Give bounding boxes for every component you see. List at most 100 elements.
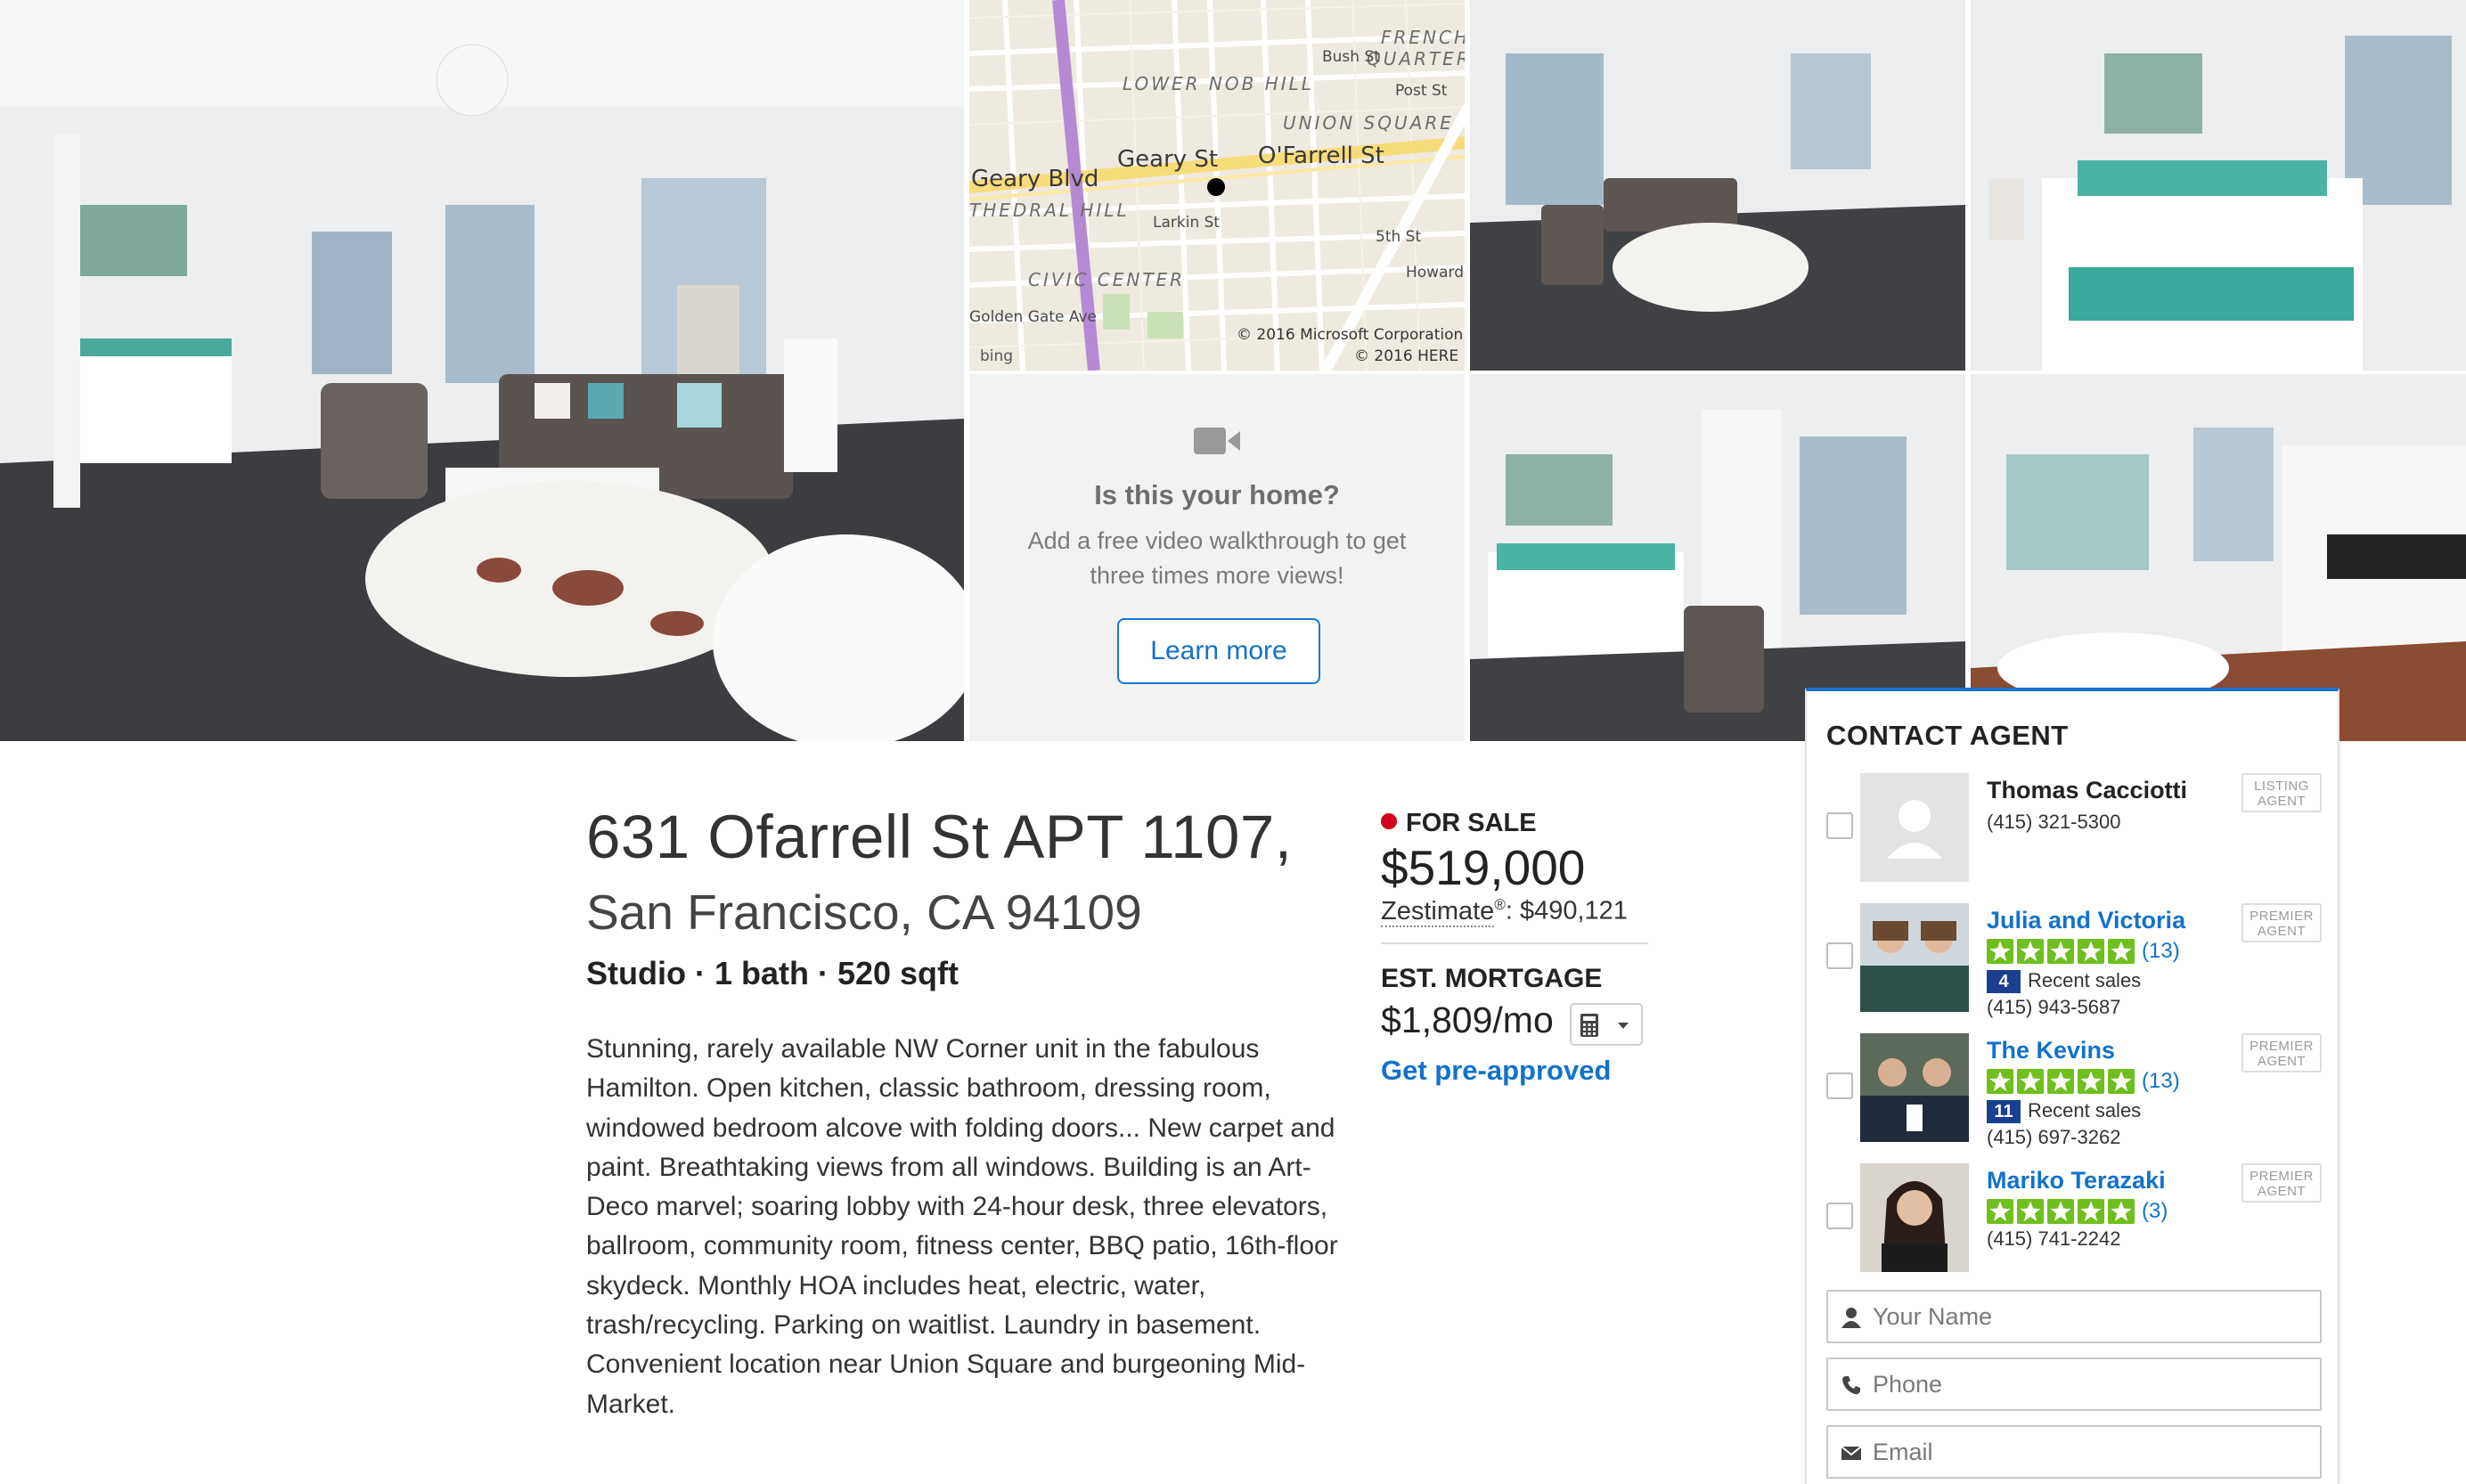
listing-photo-living[interactable] [1470, 0, 1965, 371]
learn-more-button[interactable]: Learn more [1117, 618, 1320, 684]
agent-checkbox[interactable] [1826, 812, 1853, 839]
map-area-label: FRENCH [1381, 27, 1465, 48]
agent-type-badge: PREMIER AGENT [2241, 1163, 2322, 1203]
star-icon [2108, 1199, 2135, 1224]
agent-name-link[interactable]: Mariko Terazaki [1987, 1167, 2166, 1195]
mortgage-calculator-dropdown[interactable] [1570, 1003, 1643, 1046]
map-street-label: 5th St [1376, 228, 1422, 246]
agent-type-badge: PREMIER AGENT [2241, 1033, 2322, 1072]
phone-field[interactable] [1826, 1358, 2322, 1411]
map-area-label: QUARTER [1367, 48, 1465, 69]
agent-photo[interactable] [1860, 903, 1969, 1012]
envelope-icon [1841, 1446, 1862, 1460]
sales-count-badge: 11 [1987, 1100, 2021, 1123]
star-icon [1987, 1069, 2013, 1094]
agent-row: Julia and Victoria (13) 4 Recent sales (4… [1807, 903, 2341, 1019]
star-icon [2108, 1069, 2135, 1094]
star-icon [2078, 939, 2104, 964]
sales-label: Recent sales [2028, 969, 2142, 991]
star-icon [2047, 939, 2074, 964]
map-street-label: Golden Gate Ave [969, 308, 1097, 326]
listing-photo-alcove[interactable] [1470, 374, 1965, 741]
agent-name-link[interactable]: Julia and Victoria [1987, 907, 2185, 934]
map-street-label: O'Farrell St [1258, 143, 1384, 169]
status-dot [1381, 813, 1397, 829]
agent-phone: (415) 741-2242 [1987, 1227, 2121, 1250]
badge-line: PREMIER [2250, 1169, 2314, 1184]
agent-checkbox[interactable] [1826, 942, 1853, 969]
agent-row: Thomas Cacciotti (415) 321-5300 LISTING A… [1807, 773, 2341, 889]
agent-photo[interactable] [1860, 1033, 1969, 1142]
listing-photo-bedroom[interactable] [1971, 0, 2466, 371]
map-street-label: Post St [1395, 82, 1448, 100]
address-line-1: 631 Ofarrell St APT 1107, [586, 803, 1293, 871]
agent-row: Mariko Terazaki (3) (415) 741-2242 PREMI… [1807, 1163, 2341, 1279]
bing-logo: bing [980, 347, 1014, 365]
agent-type-badge: LISTING AGENT [2241, 773, 2322, 812]
map-street-label: Howard St [1406, 264, 1465, 281]
sale-status: FOR SALE [1381, 809, 1537, 838]
map-area-label: THEDRAL HILL [969, 200, 1130, 221]
agent-rating: (3) [1987, 1199, 2168, 1224]
review-count-link[interactable]: (3) [2142, 1199, 2168, 1224]
get-pre-approved-link[interactable]: Get pre-approved [1381, 1055, 1611, 1087]
badge-line: AGENT [2257, 1184, 2307, 1199]
badge-line: AGENT [2257, 794, 2307, 809]
phone-icon [1842, 1376, 1860, 1395]
agent-checkbox[interactable] [1826, 1072, 1853, 1099]
star-icon [2017, 1199, 2044, 1224]
star-icon [2047, 1069, 2074, 1094]
name-field[interactable] [1826, 1290, 2322, 1343]
location-map[interactable]: FRENCH QUARTER LOWER NOB HILL UNION SQUA… [969, 0, 1465, 371]
agent-phone: (415) 943-5687 [1987, 996, 2121, 1018]
agent-row: The Kevins (13) 11 Recent sales (415) 697… [1807, 1033, 2341, 1149]
review-count-link[interactable]: (13) [2142, 1069, 2180, 1094]
listing-photo-kitchen[interactable] [1971, 374, 2466, 741]
star-icon [2017, 1069, 2044, 1094]
agent-phone: (415) 321-5300 [1987, 811, 2121, 833]
promo-description: Add a free video walkthrough to get thre… [1027, 527, 1407, 589]
mortgage-value: $1,809/mo [1381, 999, 1554, 1040]
star-icon [1987, 1199, 2013, 1224]
badge-line: PREMIER [2250, 909, 2314, 924]
badge-line: PREMIER [2250, 1039, 2314, 1054]
star-icon [2017, 939, 2044, 964]
panel-title: CONTACT AGENT [1826, 720, 2069, 751]
star-icon [2078, 1069, 2104, 1094]
map-area-label: UNION SQUARE [1283, 112, 1454, 134]
zestimate: Zestimate®: $490,121 [1381, 896, 1628, 927]
agent-photo-placeholder [1860, 773, 1969, 882]
map-copyright: © 2016 Microsoft Corporation [1237, 326, 1464, 344]
map-street-label: Geary Blvd [971, 166, 1099, 192]
status-label: FOR SALE [1406, 809, 1537, 837]
badge-line: LISTING [2254, 779, 2309, 794]
agent-name: Thomas Cacciotti [1987, 777, 2188, 803]
agent-rating: (13) [1987, 939, 2180, 964]
property-facts: Studio · 1 bath · 520 sqft [586, 955, 959, 991]
name-input[interactable] [1873, 1297, 2309, 1336]
registered-mark: ® [1494, 896, 1506, 913]
agent-rating: (13) [1987, 1069, 2180, 1094]
sales-count-badge: 4 [1987, 970, 2021, 993]
phone-input[interactable] [1873, 1365, 2309, 1404]
video-walkthrough-promo: Is this your home? Add a free video walk… [969, 374, 1465, 741]
agent-checkbox[interactable] [1826, 1203, 1853, 1229]
agent-name-link[interactable]: The Kevins [1987, 1037, 2115, 1064]
recent-sales: 4 Recent sales [1987, 969, 2141, 993]
agent-photo[interactable] [1860, 1163, 1969, 1272]
video-camera-icon [1194, 428, 1240, 454]
sales-label: Recent sales [2028, 1099, 2142, 1121]
listing-price: $519,000 [1381, 840, 1586, 895]
zestimate-value: : $490,121 [1505, 896, 1628, 925]
map-area-label: LOWER NOB HILL [1123, 73, 1314, 94]
email-input[interactable] [1873, 1432, 2309, 1472]
recent-sales: 11 Recent sales [1987, 1099, 2141, 1123]
star-icon [1987, 939, 2013, 964]
email-field[interactable] [1826, 1425, 2322, 1479]
map-location-pin[interactable] [1207, 178, 1225, 196]
main-listing-photo[interactable] [0, 0, 964, 741]
zestimate-label[interactable]: Zestimate [1381, 896, 1495, 927]
photo-gallery: FRENCH QUARTER LOWER NOB HILL UNION SQUA… [0, 0, 2466, 741]
review-count-link[interactable]: (13) [2142, 939, 2180, 964]
price-divider [1381, 942, 1648, 944]
